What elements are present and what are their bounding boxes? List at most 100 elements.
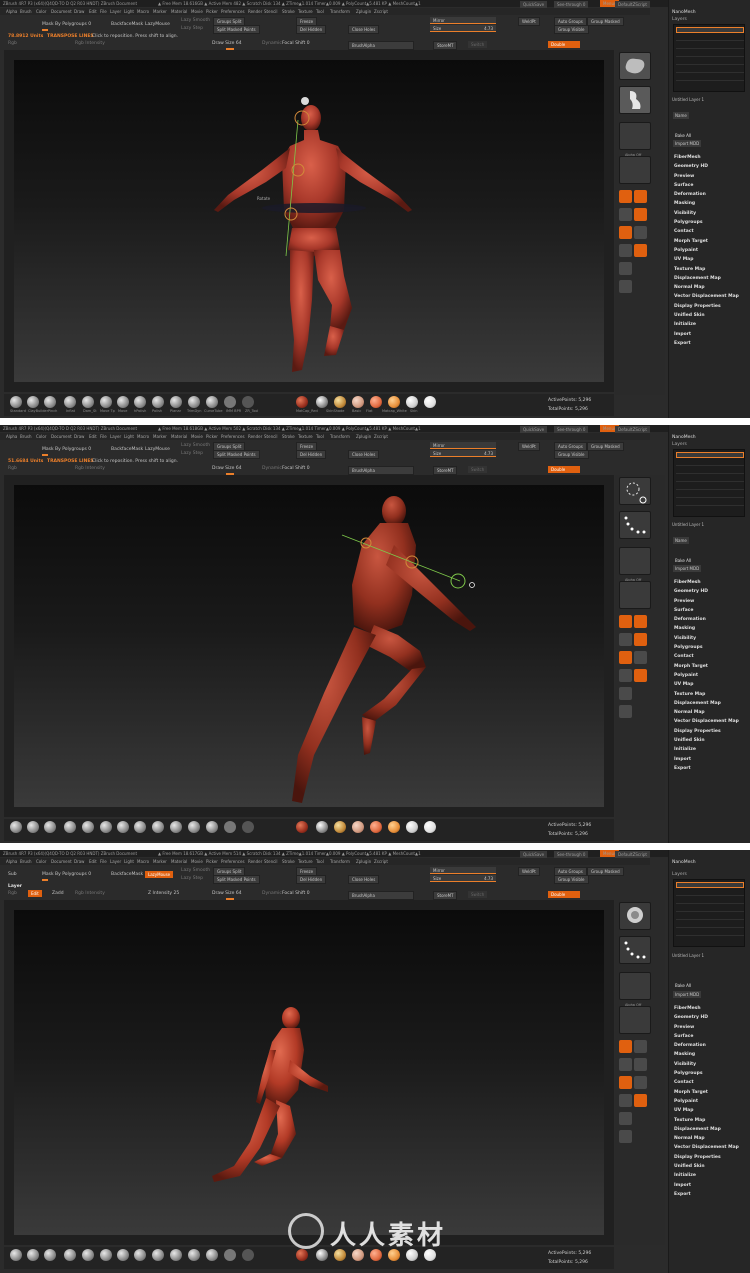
brush-damstandard[interactable] (82, 396, 94, 408)
brush-inflat[interactable] (64, 821, 76, 833)
sidebar-item-preview[interactable]: Preview (674, 599, 739, 608)
see-through-slider[interactable]: See-through 0 (554, 1, 589, 8)
menu-stroke[interactable]: Stroke (282, 859, 295, 864)
del-hidden-button[interactable]: Del Hidden (296, 450, 327, 459)
menu-color[interactable]: Color (36, 434, 46, 439)
menu-tool[interactable]: Tool (316, 859, 324, 864)
sidebar-item-polypaint[interactable]: Polypaint (674, 1099, 739, 1108)
sidebar-item-uv-map[interactable]: UV Map (674, 1108, 739, 1117)
menu-stroke[interactable]: Stroke (282, 9, 295, 14)
menu-marker[interactable]: Marker (153, 859, 167, 864)
sidebar-item-surface[interactable]: Surface (674, 1034, 739, 1043)
menu-transform[interactable]: Transform (330, 859, 350, 864)
menu-edit[interactable]: Edit (89, 859, 97, 864)
sidebar-item-import[interactable]: Import (674, 1183, 739, 1192)
sidebar-item-polypaint[interactable]: Polypaint (674, 248, 739, 257)
material-white[interactable] (406, 396, 418, 408)
sidebar-item-contact[interactable]: Contact (674, 654, 739, 663)
menu-tool[interactable]: Tool (316, 434, 324, 439)
z-intensity-slider[interactable]: Z Intensity 25 (148, 891, 179, 896)
draw-mode-icon[interactable] (619, 1040, 632, 1053)
menu-draw[interactable]: Draw (74, 434, 84, 439)
layer-row[interactable] (676, 476, 744, 482)
texture-slot[interactable] (619, 581, 651, 609)
material-gold[interactable] (334, 396, 346, 408)
layers-list[interactable] (673, 449, 745, 517)
brush-standard[interactable] (10, 821, 22, 833)
brush-imm[interactable] (224, 821, 236, 833)
rgb-toggle[interactable]: Rgb (8, 41, 17, 46)
layer-row-selected[interactable] (676, 27, 744, 33)
sidebar-item-polygroups[interactable]: Polygroups (674, 220, 739, 229)
lsym-icon[interactable] (619, 651, 632, 664)
rgb-intensity[interactable]: Rgb Intensity (75, 891, 105, 896)
menu-stencil[interactable]: Stencil (264, 859, 278, 864)
sidebar-item-geometry-hd[interactable]: Geometry HD (674, 1015, 739, 1024)
menu-file[interactable]: File (100, 859, 107, 864)
sidebar-item-fibermesh[interactable]: FiberMesh (674, 1006, 739, 1015)
menu-macro[interactable]: Macro (137, 9, 149, 14)
sidebar-item-contact[interactable]: Contact (674, 229, 739, 238)
brush-move-tp[interactable] (100, 1249, 112, 1261)
sidebar-item-masking[interactable]: Masking (674, 201, 739, 210)
layer-row[interactable] (676, 930, 744, 936)
weldpt-button[interactable]: WeldPt (518, 867, 540, 876)
sidebar-item-fibermesh[interactable]: FiberMesh (674, 580, 739, 589)
dynamic-toggle[interactable]: Dynamic (262, 466, 282, 471)
menu-preferences[interactable]: Preferences (221, 434, 245, 439)
sidebar-item-preview[interactable]: Preview (674, 1025, 739, 1034)
del-hidden-button[interactable]: Del Hidden (296, 875, 327, 884)
sidebar-item-polygroups[interactable]: Polygroups (674, 645, 739, 654)
focal-shift-slider[interactable]: Focal Shift 0 (282, 466, 310, 471)
material-flat[interactable] (424, 821, 436, 833)
split-masked-points-button[interactable]: Split Masked Points (213, 875, 260, 884)
draw-mode-icon[interactable] (619, 615, 632, 628)
sidebar-item-morph-target[interactable]: Morph Target (674, 1090, 739, 1099)
dynamic-toggle[interactable]: Dynamic (262, 891, 282, 896)
sidebar-item-export[interactable]: Export (674, 341, 739, 350)
mask-by-polygroups[interactable]: Mask By Polygroups 0 (42, 872, 91, 877)
material-matcap-red[interactable] (296, 821, 308, 833)
quicksave-button[interactable]: QuickSave (520, 1, 548, 8)
default-zscript-button[interactable]: DefaultZScript (615, 426, 650, 433)
size-slider[interactable]: Size 4.73 (430, 450, 496, 457)
rgb-toggle[interactable]: Rgb (8, 891, 17, 896)
menu-movie[interactable]: Movie (191, 9, 203, 14)
sidebar-item-vector-displacement-map[interactable]: Vector Displacement Map (674, 294, 739, 303)
menu-edit[interactable]: Edit (89, 434, 97, 439)
lazy-mouse-toggle-active[interactable]: LazyMouse (145, 871, 174, 878)
lazy-smooth[interactable]: Lazy Smooth (181, 443, 210, 448)
layer-row[interactable] (676, 914, 744, 920)
brush-move-tp[interactable] (100, 821, 112, 833)
viewport-canvas[interactable] (14, 485, 604, 807)
name-button[interactable]: Name (673, 537, 689, 544)
brush-pinch[interactable] (44, 396, 56, 408)
material-skin[interactable] (352, 396, 364, 408)
switch-button[interactable]: Switch (468, 41, 488, 48)
sidebar-item-texture-map[interactable]: Texture Map (674, 267, 739, 276)
menu-brush[interactable]: Brush (20, 434, 32, 439)
brush-hpolish[interactable] (134, 821, 146, 833)
layer-row[interactable] (676, 922, 744, 928)
sidebar-item-fibermesh[interactable]: FiberMesh (674, 155, 739, 164)
lazy-mouse-toggle[interactable]: LazyMouse (145, 447, 170, 452)
draw-mode-icon[interactable] (619, 190, 632, 203)
close-holes-button[interactable]: Close Holes (348, 450, 380, 459)
brush-zrtool[interactable] (242, 396, 254, 408)
sidebar-item-displacement-map[interactable]: Displacement Map (674, 701, 739, 710)
material-flat[interactable] (424, 396, 436, 408)
sidebar-item-import[interactable]: Import (674, 332, 739, 341)
layers-header[interactable]: Layers (672, 17, 687, 22)
menu-file[interactable]: File (100, 9, 107, 14)
brush-inflat[interactable] (64, 396, 76, 408)
sidebar-item-initialize[interactable]: Initialize (674, 322, 739, 331)
brush-damstandard[interactable] (82, 1249, 94, 1261)
size-slider[interactable]: Size 4.73 (430, 25, 496, 32)
sidebar-item-initialize[interactable]: Initialize (674, 1173, 739, 1182)
brush-curvetube[interactable] (206, 1249, 218, 1261)
brush-hpolish[interactable] (134, 1249, 146, 1261)
brush-polish[interactable] (152, 821, 164, 833)
texture-slot[interactable] (619, 1006, 651, 1034)
sidebar-item-geometry-hd[interactable]: Geometry HD (674, 164, 739, 173)
brush-planar[interactable] (170, 821, 182, 833)
